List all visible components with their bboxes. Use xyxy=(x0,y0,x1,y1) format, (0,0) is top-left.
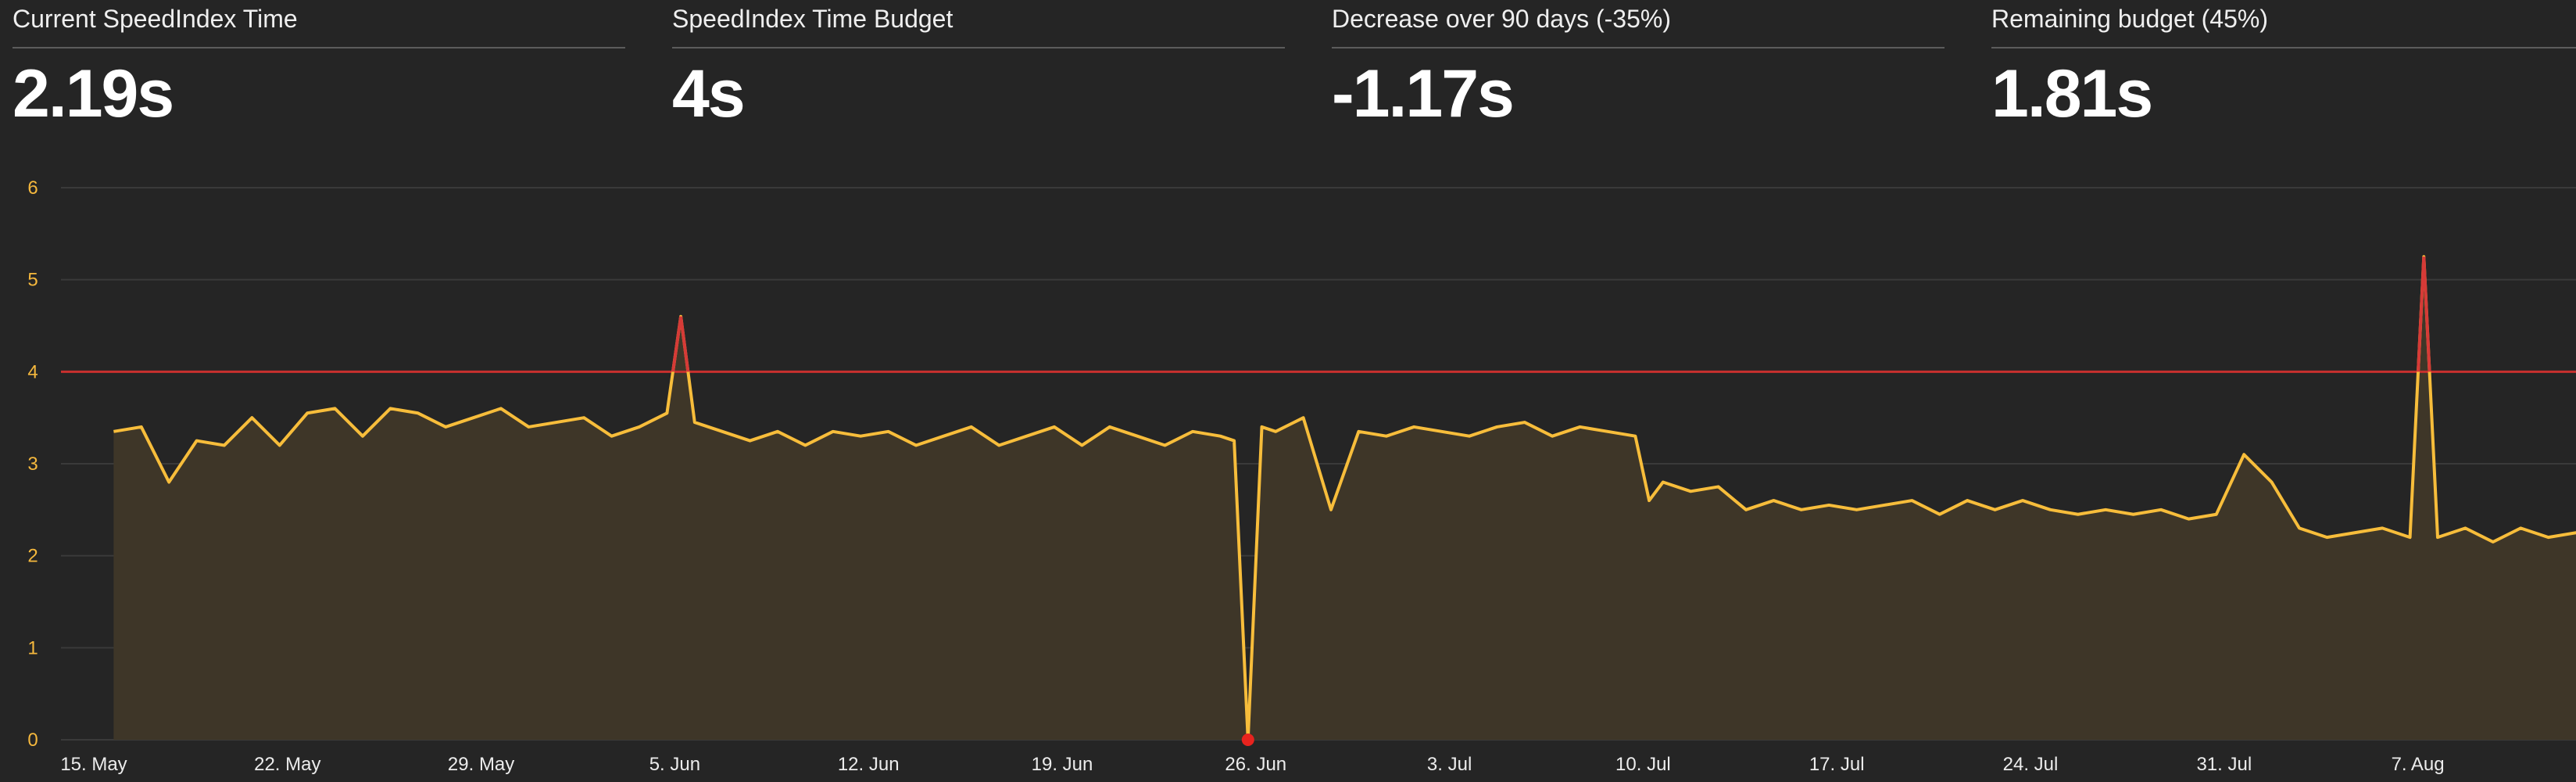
chart-svg: 0 1 2 3 4 5 6 15. May 22. May 29. May 5. Jun 12. J… xyxy=(27,178,2576,775)
x-tick-label: 26. Jun xyxy=(1225,754,1286,775)
stat-label: Decrease over 90 days (-35%) xyxy=(1332,5,1671,33)
x-tick-label: 29. May xyxy=(448,754,514,775)
y-axis: 0 1 2 3 4 5 6 xyxy=(27,178,38,751)
stat-value: -1.17s xyxy=(1332,56,1515,131)
area-layer xyxy=(113,256,2576,740)
y-tick-label: 5 xyxy=(27,270,38,291)
x-tick-label: 5. Jun xyxy=(649,754,700,775)
x-tick-label: 19. Jun xyxy=(1032,754,1093,775)
series-area xyxy=(113,256,2576,740)
y-tick-label: 4 xyxy=(27,361,38,382)
y-tick-label: 0 xyxy=(27,730,38,751)
stat-divider xyxy=(13,47,625,48)
stat-value: 4s xyxy=(672,56,746,131)
stat-label: Remaining budget (45%) xyxy=(1991,5,2268,33)
stat-label: Current SpeedIndex Time xyxy=(13,5,298,33)
stat-value: 2.19s xyxy=(13,56,174,131)
speedindex-dashboard: Current SpeedIndex Time 2.19s SpeedIndex… xyxy=(0,0,2576,782)
x-tick-label: 22. May xyxy=(254,754,320,775)
stat-divider xyxy=(1332,47,1945,48)
stat-label: SpeedIndex Time Budget xyxy=(672,5,953,33)
y-tick-label: 1 xyxy=(27,637,38,658)
x-tick-label: 31. Jul xyxy=(2196,754,2252,775)
x-tick-label: 3. Jul xyxy=(1427,754,1472,775)
x-tick-label: 15. May xyxy=(60,754,127,775)
data-point-marker xyxy=(1241,734,1254,746)
x-tick-label: 17. Jul xyxy=(1809,754,1865,775)
y-tick-label: 2 xyxy=(27,546,38,567)
y-tick-label: 3 xyxy=(27,454,38,475)
x-tick-label: 12. Jun xyxy=(838,754,900,775)
stat-divider xyxy=(672,47,1285,48)
x-tick-label: 24. Jul xyxy=(2003,754,2059,775)
stat-value: 1.81s xyxy=(1991,56,2153,131)
speedindex-chart[interactable]: 0 1 2 3 4 5 6 15. May 22. May 29. May 5. Jun 12. J… xyxy=(0,156,2576,782)
marker-layer xyxy=(1241,734,1254,746)
x-axis: 15. May 22. May 29. May 5. Jun 12. Jun 19. Ju… xyxy=(60,754,2444,775)
y-tick-label: 6 xyxy=(27,178,38,199)
x-tick-label: 10. Jul xyxy=(1615,754,1671,775)
stats-row: Current SpeedIndex Time 2.19s SpeedIndex… xyxy=(0,0,2576,141)
stat-divider xyxy=(1991,47,2576,48)
x-tick-label: 7. Aug xyxy=(2392,754,2445,775)
